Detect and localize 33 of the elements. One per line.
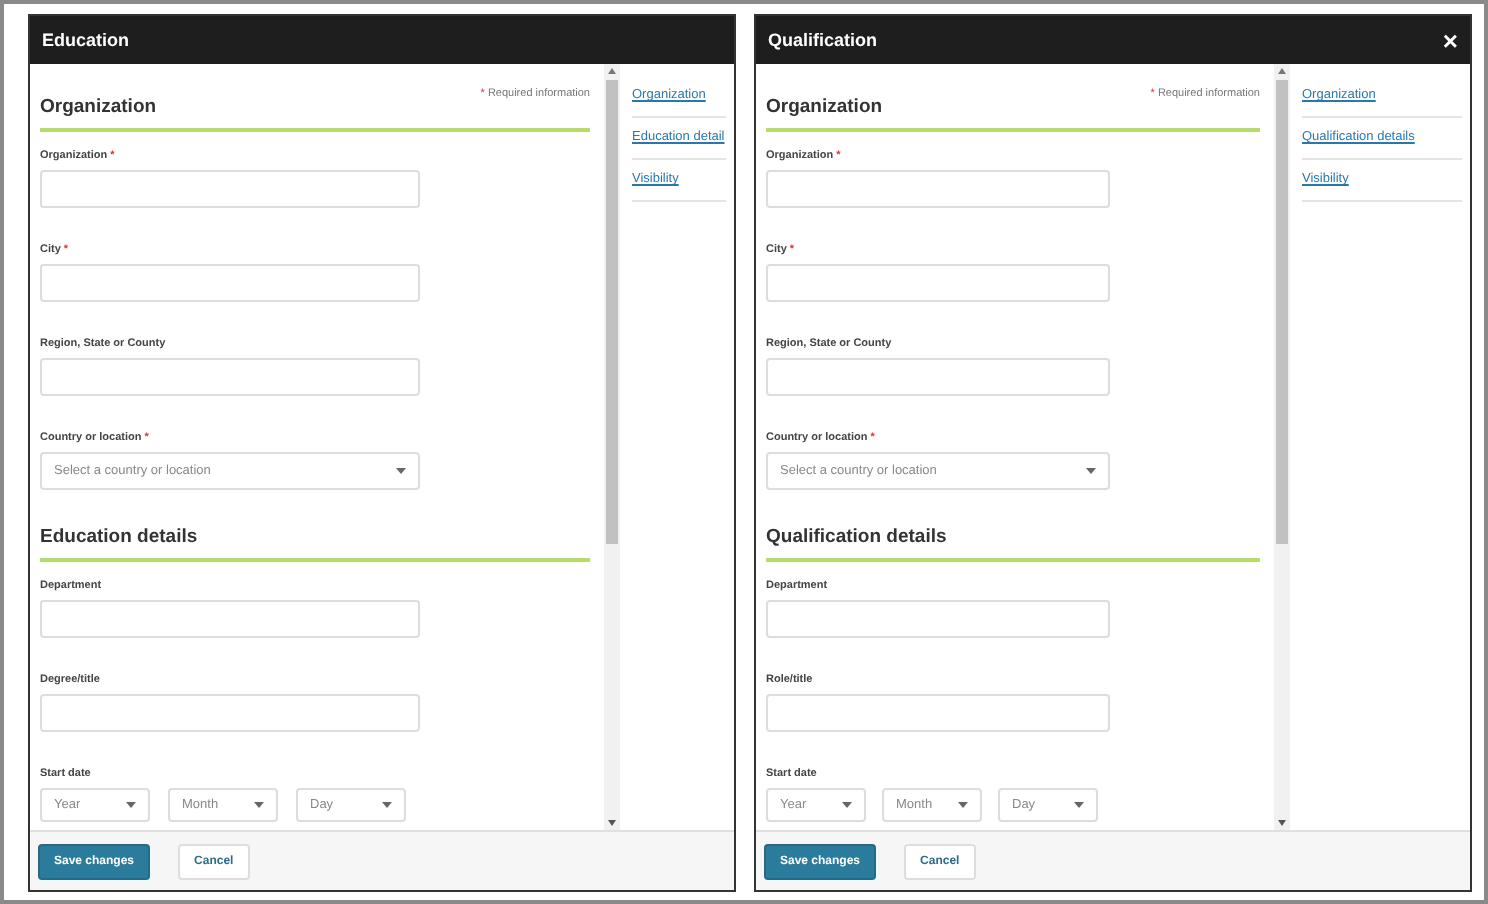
section-heading: Organization bbox=[40, 96, 157, 118]
up-arrow-icon[interactable] bbox=[608, 68, 616, 74]
input-field[interactable] bbox=[766, 600, 1110, 638]
caret-icon bbox=[396, 468, 406, 474]
input-field[interactable] bbox=[766, 694, 1110, 732]
caret-icon bbox=[842, 802, 852, 808]
up-arrow-icon[interactable] bbox=[1278, 68, 1286, 74]
input-field[interactable] bbox=[766, 264, 1110, 302]
down-arrow-icon[interactable] bbox=[608, 820, 616, 826]
close-button[interactable]: × bbox=[1442, 27, 1458, 53]
input-field[interactable] bbox=[766, 170, 1110, 208]
scrollbar-thumb[interactable] bbox=[606, 80, 618, 544]
down-arrow-icon[interactable] bbox=[1278, 820, 1286, 826]
section-heading: Education details bbox=[40, 526, 198, 548]
input-field[interactable] bbox=[40, 170, 420, 208]
section-heading: Qualification details bbox=[766, 526, 947, 548]
input-field[interactable] bbox=[40, 694, 420, 732]
input-field[interactable] bbox=[40, 264, 420, 302]
dialog-title: Qualification bbox=[768, 30, 878, 50]
caret-icon bbox=[1086, 468, 1096, 474]
caret-icon bbox=[126, 802, 136, 808]
caret-icon bbox=[1074, 802, 1084, 808]
scrollbar[interactable] bbox=[604, 64, 620, 830]
input-field[interactable] bbox=[40, 358, 420, 396]
dialog-title: Education bbox=[42, 30, 130, 50]
caret-icon bbox=[958, 802, 968, 808]
input-field[interactable] bbox=[766, 358, 1110, 396]
scrollbar-thumb[interactable] bbox=[1276, 80, 1288, 544]
input-field[interactable] bbox=[40, 600, 420, 638]
caret-icon bbox=[254, 802, 264, 808]
caret-icon bbox=[382, 802, 392, 808]
section-heading: Organization bbox=[766, 96, 883, 118]
scrollbar[interactable] bbox=[1274, 64, 1290, 830]
